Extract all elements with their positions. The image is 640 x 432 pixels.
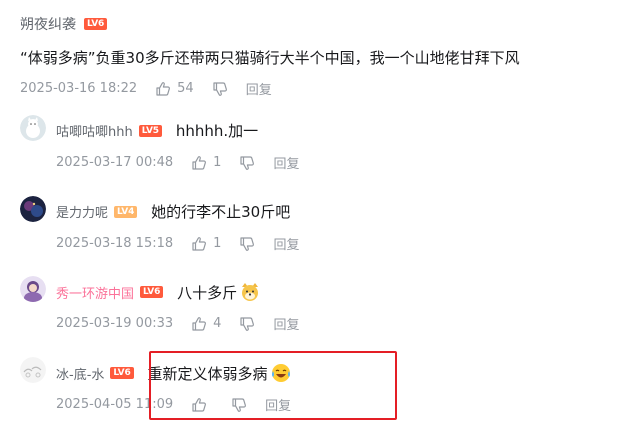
thumbs-down-icon bbox=[239, 155, 255, 171]
thumbs-up-icon bbox=[155, 81, 171, 97]
reply-text: 八十多斤 bbox=[177, 281, 261, 303]
comment-meta: 2025-03-16 18:22 54 回复 bbox=[20, 79, 272, 98]
dislike-button[interactable] bbox=[239, 155, 255, 171]
thumbs-down-icon bbox=[239, 316, 255, 332]
level-badge: LV5 bbox=[138, 124, 162, 137]
reply-date: 2025-03-17 00:48 bbox=[56, 155, 174, 170]
username[interactable]: 冰-底-水 bbox=[56, 364, 104, 383]
avatar[interactable] bbox=[20, 115, 46, 141]
reply-header: 咕唧咕唧hhh LV5 hhhhh.加一 bbox=[56, 120, 258, 141]
username[interactable]: 咕唧咕唧hhh bbox=[56, 121, 133, 140]
thumbs-up-icon bbox=[191, 316, 207, 332]
username[interactable]: 秀一环游中国 bbox=[56, 283, 134, 302]
avatar[interactable] bbox=[20, 276, 46, 302]
reply-text: hhhhh.加一 bbox=[175, 122, 259, 140]
dislike-button[interactable] bbox=[212, 81, 228, 97]
reply-meta: 2025-03-17 00:48 1 回复 bbox=[56, 153, 299, 172]
like-count: 54 bbox=[177, 81, 194, 96]
reply-button[interactable]: 回复 bbox=[273, 314, 299, 333]
thumbs-down-icon bbox=[239, 236, 255, 252]
reply-date: 2025-03-18 15:18 bbox=[56, 236, 174, 251]
reply-button[interactable]: 回复 bbox=[246, 79, 272, 98]
reply-date: 2025-03-19 00:33 bbox=[56, 316, 174, 331]
comment-date: 2025-03-16 18:22 bbox=[20, 81, 138, 96]
like-count: 1 bbox=[213, 236, 222, 251]
reply-header: 是力力呢 LV4 她的行李不止30斤吧 bbox=[56, 201, 290, 222]
avatar[interactable] bbox=[20, 196, 46, 222]
reply-button[interactable]: 回复 bbox=[273, 234, 299, 253]
dislike-button[interactable] bbox=[239, 316, 255, 332]
avatar[interactable] bbox=[20, 357, 46, 383]
reply-meta: 2025-03-19 00:33 4 回复 bbox=[56, 314, 299, 333]
thumbs-up-icon bbox=[191, 236, 207, 252]
reply-button[interactable]: 回复 bbox=[273, 153, 299, 172]
level-badge: LV6 bbox=[84, 18, 108, 30]
reply-text: 她的行李不止30斤吧 bbox=[151, 203, 291, 221]
like-button[interactable]: 4 bbox=[191, 316, 221, 332]
reply-meta: 2025-03-18 15:18 1 回复 bbox=[56, 234, 299, 253]
like-count: 4 bbox=[213, 316, 222, 331]
level-badge: LV6 bbox=[140, 286, 164, 298]
like-button[interactable]: 1 bbox=[191, 236, 221, 252]
dog-emoji-icon bbox=[242, 283, 259, 301]
highlight-annotation-box bbox=[149, 351, 397, 420]
like-button[interactable]: 54 bbox=[155, 81, 194, 97]
thumbs-down-icon bbox=[212, 81, 228, 97]
thumbs-up-icon bbox=[191, 155, 207, 171]
level-badge: LV6 bbox=[110, 367, 134, 379]
username[interactable]: 朔夜纠袭 bbox=[20, 14, 76, 34]
like-count: 1 bbox=[213, 155, 222, 170]
level-badge: LV4 bbox=[114, 205, 138, 218]
like-button[interactable]: 1 bbox=[191, 155, 221, 171]
username[interactable]: 是力力呢 bbox=[56, 202, 108, 221]
comment-header: 朔夜纠袭 LV6 bbox=[20, 14, 108, 34]
dislike-button[interactable] bbox=[239, 236, 255, 252]
comment-text: “体弱多病”负重30多斤还带两只猫骑行大半个中国，我一个山地佬甘拜下风 bbox=[20, 49, 520, 67]
reply-header: 秀一环游中国 LV6 八十多斤 bbox=[56, 281, 261, 303]
